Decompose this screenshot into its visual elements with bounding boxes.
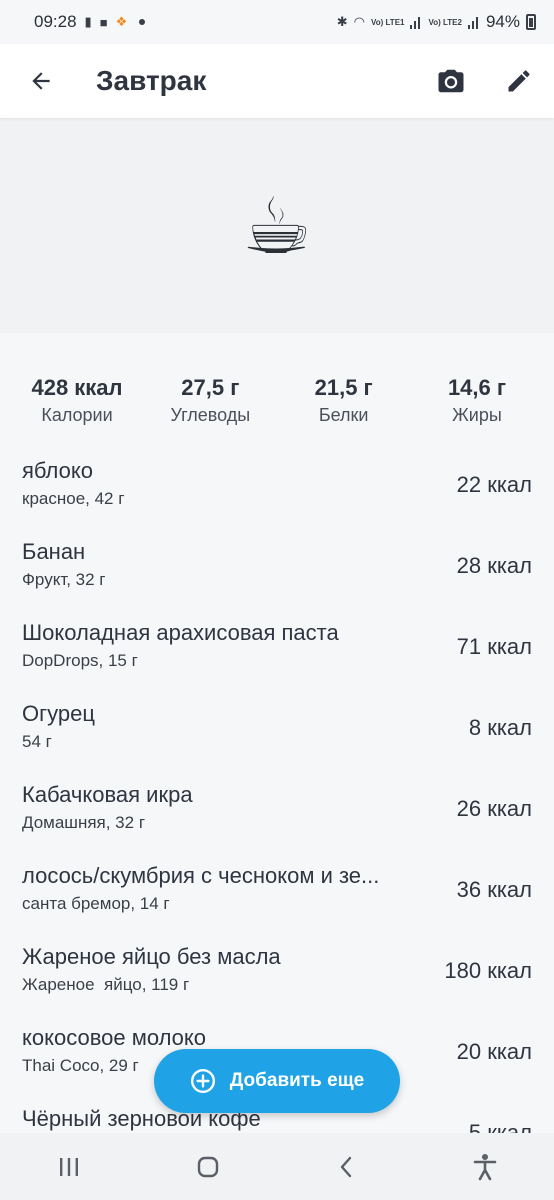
summary-label: Калории [41,405,113,425]
folder-notification-icon: ■ [99,14,108,30]
food-name: Кабачковая икра [22,782,193,807]
home-icon [197,1156,218,1177]
meal-content[interactable]: 428 ккал Калории 27,5 г Углеводы 21,5 г … [0,333,554,1133]
app-notification-icon: ❖ [115,14,128,29]
summary-value: 21,5 г [314,375,373,400]
food-details: DopDrops, 15 г [22,651,138,670]
back-nav-button[interactable] [326,1147,366,1187]
food-calories: 71 ккал [456,634,532,659]
wifi-icon: ◠ [353,14,365,29]
protein-summary: 21,5 г Белки [279,375,409,426]
food-calories: 36 ккал [456,877,532,902]
fat-summary: 14,6 г Жиры [412,375,542,426]
signal-1-icon [410,15,422,29]
food-calories: 28 ккал [456,553,532,578]
summary-value: 428 ккал [31,375,123,400]
accessibility-icon [473,1153,497,1180]
food-list: яблоко красное, 42 г 22 ккал Банан Фрукт… [0,450,554,1133]
cup-notification-icon: ▮ [84,14,92,29]
coffee-cup-icon: ☕ [242,181,312,270]
food-item[interactable]: яблоко красное, 42 г 22 ккал [0,450,554,531]
summary-label: Жиры [452,405,502,425]
food-name: Огурец [22,701,95,726]
food-details: Фрукт, 32 г [22,570,106,589]
food-details: красное, 42 г [22,489,125,508]
food-name: яблоко [22,458,93,483]
food-name: кокосовое молоко [22,1025,207,1050]
calories-summary: 428 ккал Калории [12,375,142,426]
food-details: 54 г [22,732,52,751]
food-details: Thai Coco, 29 г [22,1056,139,1075]
edit-button[interactable] [502,64,536,98]
carbs-summary: 27,5 г Углеводы [145,375,275,426]
more-notifications-icon [139,19,146,25]
chevron-left-icon [341,1156,352,1177]
recent-apps-button[interactable] [49,1147,89,1187]
lte1-indicator: Vo) LTE1 [371,17,405,27]
nutrition-summary: 428 ккал Калории 27,5 г Углеводы 21,5 г … [0,333,554,426]
food-calories: 8 ккал [468,715,532,740]
food-details: санта бремор, 14 г [22,894,170,913]
food-calories: 20 ккал [456,1039,532,1064]
add-more-label: Добавить еще [229,1070,365,1091]
food-item[interactable]: лосось/скумбрия с чесноком и зе... санта… [0,855,554,936]
battery-percent: 94% [485,12,520,31]
system-navigation-bar [0,1133,554,1200]
summary-label: Углеводы [170,405,251,425]
food-name: Банан [22,539,86,564]
food-name: Шоколадная арахисовая паста [22,620,339,645]
recent-apps-icon [60,1157,79,1176]
food-item[interactable]: Кабачковая икра Домашняя, 32 г 26 ккал [0,774,554,855]
battery-icon [526,14,536,30]
pencil-icon [508,70,530,92]
food-details: Жареное яйцо, 119 г [22,975,190,994]
status-bar: 09:28 ▮ ■ ❖ ✱ ◠ Vo) LTE1 Vo) LTE2 94% [0,0,554,44]
arrow-left-icon [32,72,50,90]
home-button[interactable] [188,1147,228,1187]
bluetooth-icon: ✱ [336,14,348,29]
food-calories: 26 ккал [456,796,532,821]
food-calories: 22 ккал [456,472,532,497]
camera-button[interactable] [434,64,468,98]
food-name: лосось/скумбрия с чесноком и зе... [22,863,380,888]
status-time: 09:28 [34,12,77,31]
food-calories: 180 ккал [444,958,532,983]
plus-circle-icon [190,1068,215,1094]
food-calories: 5 ккал [468,1120,532,1133]
back-button[interactable] [20,60,62,102]
page-title: Завтрак [96,65,207,96]
app-bar: Завтрак [0,44,554,118]
accessibility-button[interactable] [465,1147,505,1187]
camera-icon [438,69,464,93]
food-item[interactable]: Огурец 54 г 8 ккал [0,693,554,774]
food-details: Домашняя, 32 г [22,813,146,832]
signal-2-icon [467,15,480,29]
food-item[interactable]: Жареное яйцо без масла Жареное яйцо, 119… [0,936,554,1017]
lte2-indicator: Vo) LTE2 [428,17,462,27]
meal-image: ☕ [0,118,554,333]
summary-value: 27,5 г [181,375,240,400]
food-name: Жареное яйцо без масла [22,944,281,969]
summary-label: Белки [318,405,369,425]
food-item[interactable]: Банан Фрукт, 32 г 28 ккал [0,531,554,612]
add-more-button[interactable]: Добавить еще [154,1049,400,1113]
food-item[interactable]: Шоколадная арахисовая паста DopDrops, 15… [0,612,554,693]
summary-value: 14,6 г [447,375,507,400]
